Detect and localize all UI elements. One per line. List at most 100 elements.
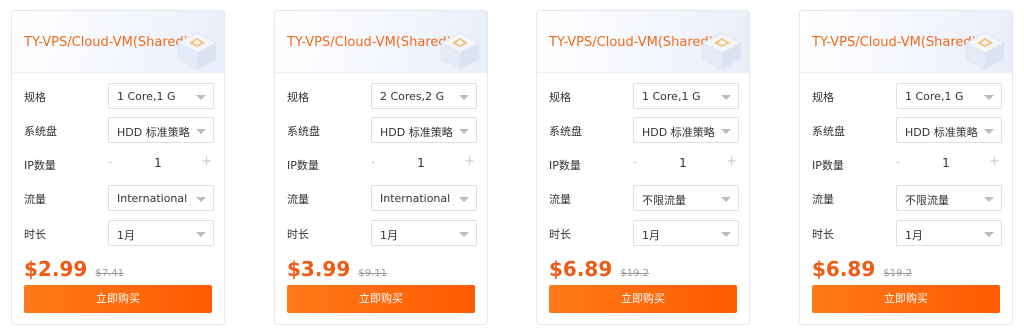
- ip-count-stepper: - 1 +: [896, 151, 1002, 177]
- duration-value: 1月: [117, 229, 135, 242]
- chevron-down-icon: [721, 95, 731, 100]
- spec-select[interactable]: 1 Core,1 G: [108, 83, 214, 109]
- duration-label: 时长: [287, 228, 309, 241]
- chevron-down-icon: [196, 95, 206, 100]
- duration-label: 时长: [24, 228, 46, 241]
- traffic-select[interactable]: International _: [371, 185, 477, 211]
- buy-now-button[interactable]: 立即购买: [812, 285, 1000, 313]
- spec-label: 规格: [812, 91, 834, 104]
- duration-row: 时长 1月: [549, 220, 739, 246]
- duration-select[interactable]: 1月: [896, 220, 1002, 246]
- disk-select[interactable]: HDD 标准策略 5: [371, 117, 477, 143]
- decrement-button[interactable]: -: [108, 155, 112, 169]
- chevron-down-icon: [984, 197, 994, 202]
- ip-row: IP数量 - 1 +: [812, 151, 1000, 177]
- duration-select[interactable]: 1月: [633, 220, 739, 246]
- original-price: $9.11: [358, 268, 387, 279]
- chevron-down-icon: [721, 129, 731, 134]
- current-price: $6.89: [549, 257, 613, 281]
- spec-value: 1 Core,1 G: [117, 90, 176, 103]
- disk-value: HDD 标准策略 5: [380, 126, 454, 139]
- traffic-select[interactable]: 不限流量: [633, 185, 739, 211]
- chevron-down-icon: [196, 197, 206, 202]
- card-title: TY-VPS/Cloud-VM(Shared): [24, 35, 189, 50]
- spec-label: 规格: [24, 91, 46, 104]
- ip-count-stepper: - 1 +: [633, 151, 739, 177]
- disk-row: 系统盘 HDD 标准策略 5: [812, 117, 1002, 143]
- ip-count-value[interactable]: 1: [148, 156, 168, 170]
- spec-select[interactable]: 1 Core,1 G: [896, 83, 1002, 109]
- ip-count-label: IP数量: [812, 159, 844, 172]
- traffic-value: 不限流量: [642, 194, 686, 207]
- disk-row: 系统盘 HDD 标准策略 5: [549, 117, 739, 143]
- disk-label: 系统盘: [287, 125, 320, 138]
- disk-value: HDD 标准策略 5: [642, 126, 716, 139]
- product-card-3: TY-VPS/Cloud-VM(Shared) 规格 1 Core,1 G 系统…: [536, 10, 750, 325]
- traffic-row: 流量 不限流量: [549, 185, 739, 211]
- traffic-label: 流量: [287, 193, 309, 206]
- price-line: $3.99 $9.11: [287, 257, 387, 283]
- traffic-row: 流量 International _: [24, 185, 214, 211]
- card-header: TY-VPS/Cloud-VM(Shared): [12, 11, 224, 73]
- decrement-button[interactable]: -: [633, 155, 637, 169]
- product-card-1: TY-VPS/Cloud-VM(Shared) 规格 1 Core,1 G 系统…: [11, 10, 225, 325]
- ip-count-value[interactable]: 1: [411, 156, 431, 170]
- current-price: $2.99: [24, 257, 88, 281]
- disk-row: 系统盘 HDD 标准策略 5: [287, 117, 477, 143]
- ip-count-label: IP数量: [287, 159, 319, 172]
- disk-select[interactable]: HDD 标准策略 5: [108, 117, 214, 143]
- current-price: $6.89: [812, 257, 876, 281]
- spec-select[interactable]: 1 Core,1 G: [633, 83, 739, 109]
- chevron-down-icon: [459, 95, 469, 100]
- ip-count-stepper: - 1 +: [371, 151, 477, 177]
- buy-now-button[interactable]: 立即购买: [549, 285, 737, 313]
- spec-row: 规格 1 Core,1 G: [24, 83, 214, 109]
- decrement-button[interactable]: -: [371, 155, 375, 169]
- increment-button[interactable]: +: [464, 154, 475, 169]
- spec-value: 1 Core,1 G: [642, 90, 701, 103]
- chevron-down-icon: [459, 232, 469, 237]
- card-header: TY-VPS/Cloud-VM(Shared): [800, 11, 1012, 73]
- traffic-select[interactable]: International _: [108, 185, 214, 211]
- increment-button[interactable]: +: [989, 154, 1000, 169]
- traffic-row: 流量 International _: [287, 185, 477, 211]
- duration-select[interactable]: 1月: [108, 220, 214, 246]
- disk-value: HDD 标准策略 5: [905, 126, 979, 139]
- original-price: $19.2: [883, 268, 912, 279]
- ip-count-value[interactable]: 1: [936, 156, 956, 170]
- duration-value: 1月: [380, 229, 398, 242]
- increment-button[interactable]: +: [201, 154, 212, 169]
- product-card-4: TY-VPS/Cloud-VM(Shared) 规格 1 Core,1 G 系统…: [799, 10, 1013, 325]
- chevron-down-icon: [984, 129, 994, 134]
- ip-count-stepper: - 1 +: [108, 151, 214, 177]
- spec-select[interactable]: 2 Cores,2 G: [371, 83, 477, 109]
- increment-button[interactable]: +: [726, 154, 737, 169]
- duration-select[interactable]: 1月: [371, 220, 477, 246]
- duration-row: 时长 1月: [812, 220, 1002, 246]
- spec-label: 规格: [287, 91, 309, 104]
- ip-row: IP数量 - 1 +: [24, 151, 212, 177]
- card-title: TY-VPS/Cloud-VM(Shared): [549, 35, 714, 50]
- chevron-down-icon: [459, 197, 469, 202]
- duration-label: 时长: [812, 228, 834, 241]
- disk-select[interactable]: HDD 标准策略 5: [633, 117, 739, 143]
- spec-value: 2 Cores,2 G: [380, 90, 445, 103]
- ip-count-label: IP数量: [549, 159, 581, 172]
- disk-label: 系统盘: [549, 125, 582, 138]
- traffic-label: 流量: [812, 193, 834, 206]
- chevron-down-icon: [984, 95, 994, 100]
- duration-row: 时长 1月: [287, 220, 477, 246]
- decrement-button[interactable]: -: [896, 155, 900, 169]
- disk-label: 系统盘: [24, 125, 57, 138]
- buy-now-button[interactable]: 立即购买: [287, 285, 475, 313]
- duration-value: 1月: [642, 229, 660, 242]
- disk-select[interactable]: HDD 标准策略 5: [896, 117, 1002, 143]
- traffic-value: 不限流量: [905, 194, 949, 207]
- original-price: $7.41: [95, 268, 124, 279]
- ip-count-value[interactable]: 1: [673, 156, 693, 170]
- card-header: TY-VPS/Cloud-VM(Shared): [537, 11, 749, 73]
- price-line: $2.99 $7.41: [24, 257, 124, 283]
- traffic-select[interactable]: 不限流量: [896, 185, 1002, 211]
- original-price: $19.2: [620, 268, 649, 279]
- buy-now-button[interactable]: 立即购买: [24, 285, 212, 313]
